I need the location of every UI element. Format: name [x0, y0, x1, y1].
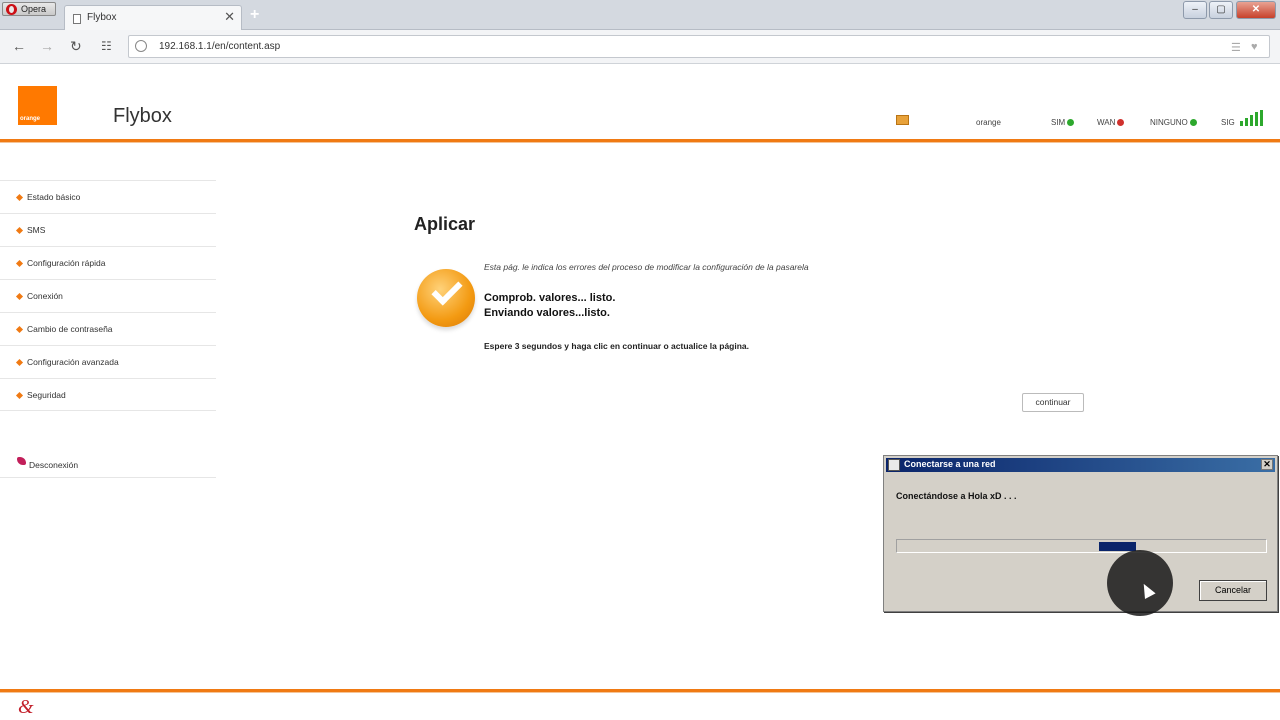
footer-logo-icon: & [18, 696, 34, 718]
bullet-icon [15, 226, 24, 235]
sidebar-item-label: SMS [27, 225, 46, 235]
dialog-close-button[interactable]: ✕ [1261, 459, 1273, 470]
opera-menu-label: Opera [21, 4, 47, 14]
wait-instruction: Espere 3 segundos y haga clic en continu… [484, 341, 750, 351]
sidebar-item-desconexion[interactable]: Desconexión [0, 452, 216, 478]
bullet-icon [15, 259, 24, 268]
header-divider-shadow [0, 142, 1280, 143]
sidebar-item-label: Desconexión [29, 460, 79, 470]
dialog-title: Conectarse a una red [904, 459, 996, 469]
reader-icon[interactable]: ☰ [1231, 41, 1241, 54]
sim-status: SIM [1051, 118, 1075, 127]
bullet-icon [15, 292, 24, 301]
sidebar-item-configuracion-avanzada[interactable]: Configuración avanzada [0, 345, 216, 378]
network-label: NINGUNO [1150, 118, 1188, 127]
bullet-icon [15, 325, 24, 334]
disconnect-icon [17, 457, 26, 465]
network-ok-icon [1189, 119, 1197, 127]
site-info-icon[interactable] [135, 40, 147, 52]
opera-logo-icon [6, 4, 17, 15]
bullet-icon [15, 358, 24, 367]
url-text: 192.168.1.1/en/content.asp [159, 41, 281, 52]
status-check-values: Comprob. valores... listo. [484, 292, 616, 304]
sim-ok-icon [1067, 119, 1075, 127]
tab-close-icon[interactable]: ✕ [224, 10, 235, 24]
bullet-icon [15, 193, 24, 202]
page-favicon-icon [73, 14, 81, 24]
opera-menu-button[interactable]: Opera [2, 2, 56, 16]
cancel-button[interactable]: Cancelar [1199, 580, 1267, 601]
page-description: Esta pág. le indica los errores del proc… [484, 262, 809, 272]
connection-progress-bar [896, 539, 1267, 553]
dialog-titlebar[interactable]: Conectarse a una red ✕ [886, 458, 1275, 472]
envelope-icon[interactable] [896, 115, 909, 125]
network-status: NINGUNO [1150, 118, 1197, 127]
close-window-button[interactable]: ✕ [1236, 1, 1276, 19]
maximize-button[interactable]: ▢ [1209, 1, 1233, 19]
connect-network-dialog: Conectarse a una red ✕ Conectándose a Ho… [883, 455, 1278, 612]
minimize-button[interactable]: ‒ [1183, 1, 1207, 19]
sim-label: SIM [1051, 118, 1066, 127]
sidebar-item-configuracion-rapida[interactable]: Configuración rápida [0, 246, 216, 279]
favorite-heart-icon[interactable]: ♥ [1251, 41, 1258, 53]
page-title: Aplicar [414, 214, 476, 234]
cursor-highlight [1107, 550, 1173, 616]
forward-arrow-icon[interactable]: → [40, 38, 54, 54]
reload-icon[interactable]: ↻ [70, 38, 82, 54]
orange-logo[interactable]: orange [18, 86, 57, 125]
back-arrow-icon[interactable]: ← [12, 38, 26, 54]
footer-divider-shadow [0, 692, 1280, 693]
signal-label: SIG [1221, 118, 1235, 127]
browser-tabbar: Opera Flybox ✕ + ‒ ▢ ✕ [0, 0, 1280, 31]
wan-error-icon [1117, 119, 1125, 127]
sidebar-item-label: Configuración avanzada [27, 357, 119, 367]
network-icon [888, 459, 900, 471]
wan-status: WAN [1097, 118, 1125, 127]
sidebar-item-label: Configuración rápida [27, 258, 106, 268]
browser-tab[interactable]: Flybox ✕ [64, 5, 242, 31]
speed-dial-icon[interactable]: ☷ [101, 38, 112, 54]
wan-label: WAN [1097, 118, 1116, 127]
sidebar-item-conexion[interactable]: Conexión [0, 279, 216, 312]
new-tab-icon[interactable]: + [250, 6, 259, 24]
sidebar-item-label: Estado básico [27, 192, 81, 202]
web-page: orange Flybox orange SIM WAN NINGUNO SIG… [0, 64, 1280, 720]
tab-title: Flybox [87, 12, 117, 23]
sidebar-item-cambio-contrasena[interactable]: Cambio de contraseña [0, 312, 216, 345]
checkmark-icon [417, 269, 475, 327]
progress-fill [1098, 542, 1136, 551]
signal-bars-icon [1240, 110, 1272, 126]
sidebar-item-seguridad[interactable]: Seguridad [0, 378, 216, 411]
screen: Opera Flybox ✕ + ‒ ▢ ✕ ← → ↻ ☷ 192.168.1… [0, 0, 1280, 720]
sidebar-item-label: Conexión [27, 291, 63, 301]
browser-toolbar: ← → ↻ ☷ 192.168.1.1/en/content.asp ☰ ♥ [0, 30, 1280, 64]
brand-title: Flybox [113, 105, 172, 127]
dialog-message: Conectándose a Hola xD . . . [896, 491, 1017, 501]
address-bar[interactable]: 192.168.1.1/en/content.asp ☰ ♥ [128, 35, 1270, 58]
bullet-icon [15, 391, 24, 400]
status-send-values: Enviando valores...listo. [484, 307, 610, 319]
sidebar-item-estado-basico[interactable]: Estado básico [0, 180, 216, 213]
sidebar-item-label: Seguridad [27, 390, 66, 400]
sidebar-menu: Estado básico SMS Configuración rápida C… [0, 180, 216, 411]
logo-text: orange [20, 116, 41, 122]
sidebar-item-label: Cambio de contraseña [27, 324, 113, 334]
operator-name: orange [976, 118, 1001, 127]
continue-button[interactable]: continuar [1022, 393, 1084, 412]
sidebar-item-sms[interactable]: SMS [0, 213, 216, 246]
